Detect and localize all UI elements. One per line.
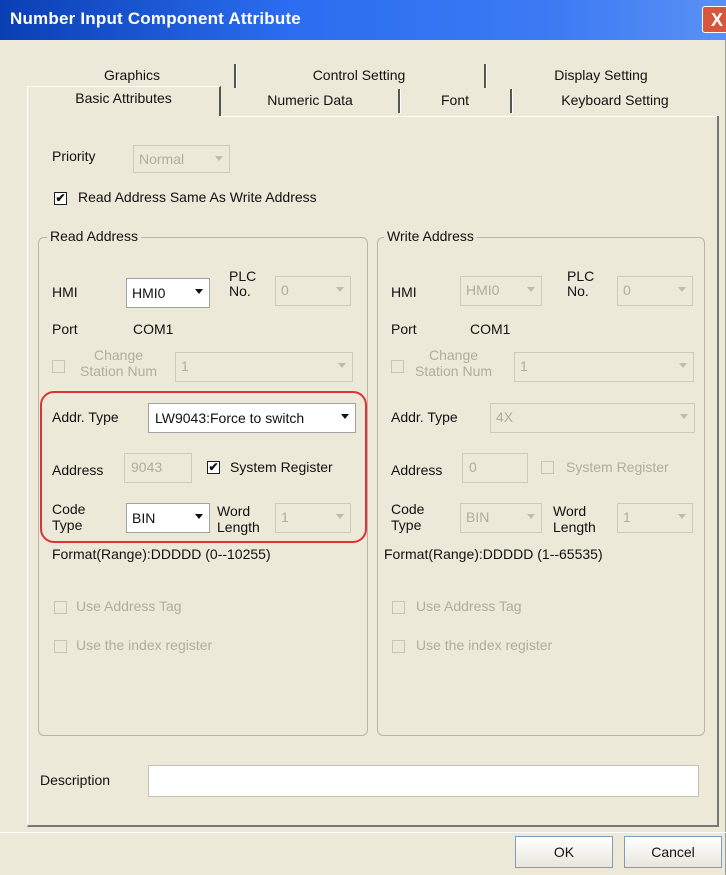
- write-address-title: Write Address: [384, 228, 477, 244]
- chevron-down-icon: [215, 156, 223, 161]
- cancel-button[interactable]: Cancel: [624, 836, 722, 868]
- write-use-index-label: Use the index register: [416, 637, 553, 653]
- read-station-select[interactable]: 1: [175, 352, 353, 382]
- chevron-down-icon: [678, 287, 686, 292]
- same-address-checkbox[interactable]: ✔: [54, 192, 67, 205]
- write-plc-select[interactable]: 0: [617, 276, 693, 306]
- read-change-station-checkbox[interactable]: [52, 360, 65, 373]
- tab-font[interactable]: Font: [400, 89, 512, 113]
- write-code-type-label: Code Type: [391, 501, 425, 533]
- footer-divider: [0, 832, 726, 833]
- chevron-down-icon: [527, 514, 535, 519]
- tab-display-setting[interactable]: Display Setting: [486, 64, 716, 88]
- chevron-down-icon: [527, 287, 535, 292]
- write-word-length-select[interactable]: 1: [617, 503, 693, 533]
- tab-numeric-data[interactable]: Numeric Data: [222, 89, 400, 113]
- read-port-label: Port: [52, 321, 78, 337]
- dialog-window: Number Input Component Attribute X Graph…: [0, 0, 726, 875]
- write-hmi-select[interactable]: HMI0: [460, 276, 542, 306]
- read-use-tag-label: Use Address Tag: [76, 598, 182, 614]
- title-bar[interactable]: Number Input Component Attribute X: [0, 0, 726, 40]
- read-use-index-label: Use the index register: [76, 637, 213, 653]
- chevron-down-icon: [678, 514, 686, 519]
- write-use-index-checkbox[interactable]: [392, 640, 405, 653]
- priority-label: Priority: [52, 148, 96, 164]
- read-use-index-checkbox[interactable]: [54, 640, 67, 653]
- highlight-annotation: [40, 391, 367, 543]
- read-port-value: COM1: [133, 321, 174, 337]
- ok-button[interactable]: OK: [515, 836, 613, 868]
- same-address-label: Read Address Same As Write Address: [78, 189, 317, 205]
- read-plc-select[interactable]: 0: [275, 276, 351, 306]
- chevron-down-icon: [338, 363, 346, 368]
- write-port-value: COM1: [470, 321, 511, 337]
- description-input[interactable]: [148, 765, 699, 797]
- tab-keyboard-setting[interactable]: Keyboard Setting: [512, 89, 718, 113]
- close-button[interactable]: X: [702, 6, 726, 33]
- read-hmi-label: HMI: [52, 284, 78, 300]
- read-hmi-select[interactable]: HMI0: [126, 278, 210, 308]
- write-address-field[interactable]: 0: [462, 453, 528, 483]
- priority-select[interactable]: Normal: [133, 145, 230, 173]
- write-port-label: Port: [391, 321, 417, 337]
- chevron-down-icon: [680, 414, 688, 419]
- write-hmi-label: HMI: [391, 284, 417, 300]
- read-plc-label: PLC No.: [229, 268, 257, 299]
- write-system-register-label: System Register: [566, 459, 669, 475]
- read-address-title: Read Address: [47, 228, 141, 244]
- window-title: Number Input Component Attribute: [10, 9, 301, 28]
- tab-control-setting[interactable]: Control Setting: [234, 64, 486, 88]
- write-system-register-checkbox[interactable]: [541, 461, 554, 474]
- chevron-down-icon: [336, 287, 344, 292]
- write-station-select[interactable]: 1: [514, 352, 694, 382]
- write-use-tag-checkbox[interactable]: [392, 601, 405, 614]
- read-change-station-label: Change Station Num: [80, 347, 158, 379]
- read-format-range: Format(Range):DDDDD (0--10255): [52, 546, 271, 562]
- write-plc-label: PLC No.: [567, 268, 595, 299]
- write-address-label: Address: [391, 462, 443, 478]
- write-addr-type-select[interactable]: 4X: [490, 403, 695, 433]
- description-label: Description: [40, 772, 111, 788]
- write-address-group: [377, 237, 705, 736]
- write-change-station-label: Change Station Num: [415, 347, 493, 379]
- tab-graphics[interactable]: Graphics: [30, 64, 236, 88]
- write-word-length-label: Word Length: [553, 503, 596, 535]
- write-use-tag-label: Use Address Tag: [416, 598, 522, 614]
- tab-basic-attributes[interactable]: Basic Attributes: [27, 86, 221, 116]
- write-format-range: Format(Range):DDDDD (1--65535): [384, 546, 603, 562]
- write-code-type-select[interactable]: BIN: [460, 503, 542, 533]
- write-change-station-checkbox[interactable]: [391, 360, 404, 373]
- chevron-down-icon: [679, 363, 687, 368]
- read-use-tag-checkbox[interactable]: [54, 601, 67, 614]
- chevron-down-icon: [195, 289, 203, 294]
- write-addr-type-label: Addr. Type: [391, 409, 458, 425]
